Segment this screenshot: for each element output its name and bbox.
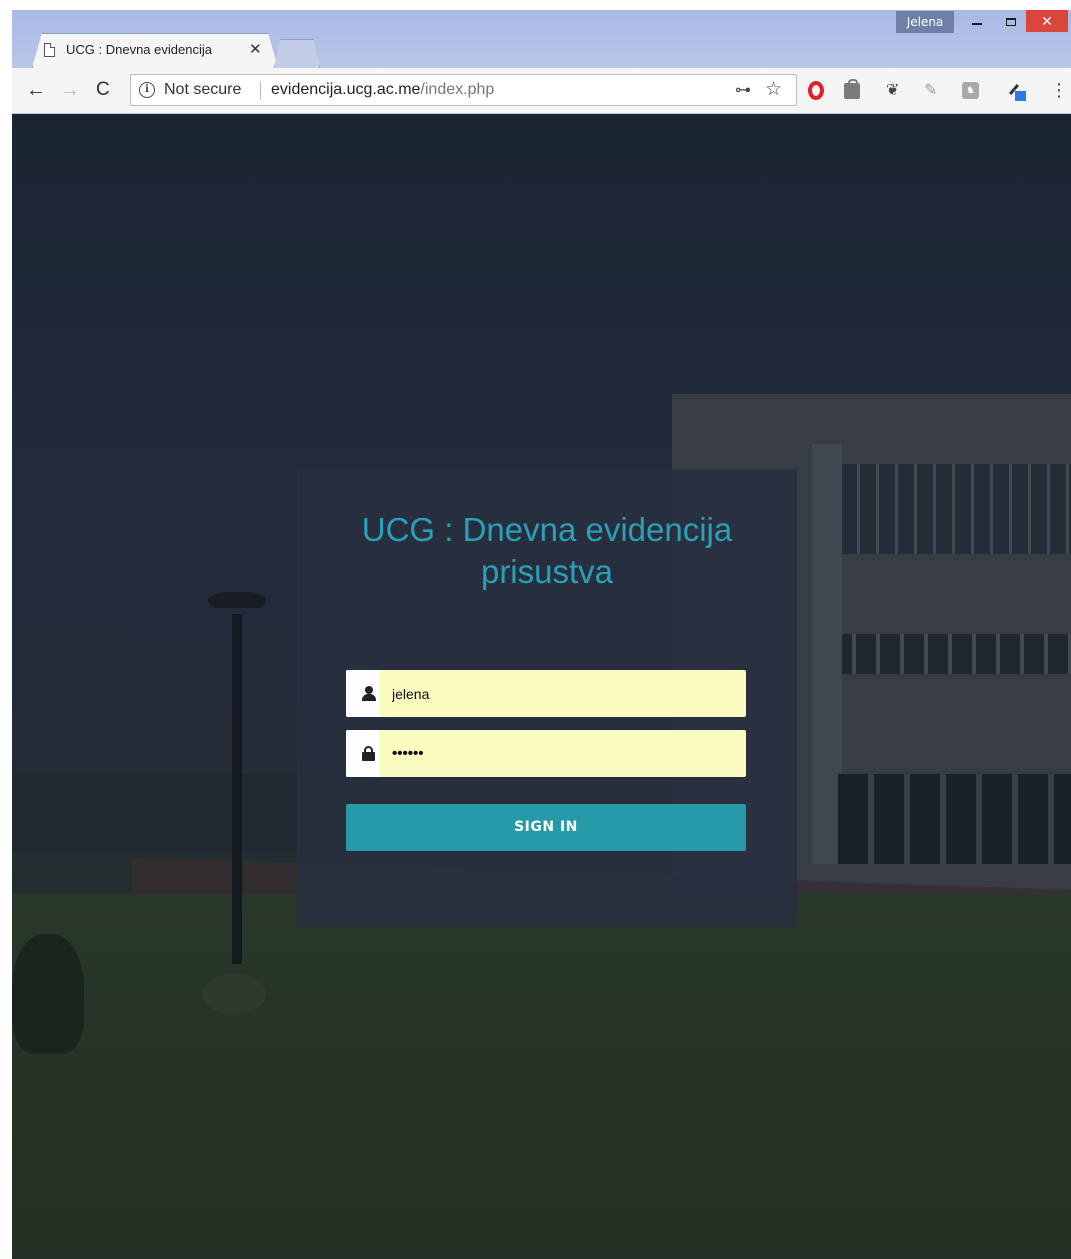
- profile-button[interactable]: Jelena: [896, 11, 954, 33]
- color-picker-icon[interactable]: [1006, 80, 1028, 102]
- tab-close-icon[interactable]: ✕: [249, 40, 262, 58]
- url-path: /index.php: [420, 81, 495, 98]
- username-input[interactable]: [392, 670, 742, 717]
- minimize-icon: [972, 23, 982, 26]
- pen-icon[interactable]: ✎: [924, 80, 944, 100]
- new-tab-button[interactable]: [274, 39, 320, 68]
- lock-icon: [362, 746, 375, 761]
- tab-title: UCG : Dnevna evidencija: [66, 42, 212, 57]
- security-label[interactable]: Not secure: [164, 81, 241, 99]
- maximize-icon: [1006, 18, 1016, 27]
- info-icon[interactable]: i: [139, 82, 155, 98]
- url-host: evidencija.ucg.ac.me: [271, 81, 421, 98]
- back-arrow-icon[interactable]: ←: [26, 78, 46, 102]
- browser-toolbar: ← → C i Not secure evidencija.ucg.ac.me/…: [12, 68, 1071, 114]
- opera-icon[interactable]: [808, 81, 824, 100]
- password-field[interactable]: [346, 730, 746, 777]
- sign-in-button[interactable]: SIGN IN: [346, 804, 746, 851]
- page-viewport: UCG : Dnevna evidencija prisustva SIGN I…: [12, 114, 1071, 1259]
- password-input[interactable]: [392, 730, 742, 777]
- page-icon: [44, 43, 55, 57]
- tab-ucg[interactable]: UCG : Dnevna evidencija ✕: [36, 33, 274, 68]
- close-window-button[interactable]: ✕: [1026, 10, 1068, 32]
- star-icon[interactable]: ☆: [765, 78, 782, 101]
- minimize-button[interactable]: [960, 10, 994, 32]
- maximize-button[interactable]: [994, 10, 1028, 32]
- page-title: UCG : Dnevna evidencija prisustva: [361, 511, 733, 590]
- username-field[interactable]: [346, 670, 746, 717]
- title-bar: Jelena ✕ UCG : Dnevna evidencija ✕: [12, 10, 1071, 68]
- key-icon[interactable]: ⊶: [735, 80, 751, 100]
- omnibox-divider: [260, 81, 261, 100]
- username-icon-box: [346, 670, 379, 717]
- reload-icon[interactable]: C: [96, 78, 110, 102]
- address-bar[interactable]: i Not secure evidencija.ucg.ac.me/index.…: [130, 74, 797, 106]
- forward-arrow-icon[interactable]: →: [60, 78, 80, 102]
- url-text[interactable]: evidencija.ucg.ac.me/index.php: [271, 81, 494, 99]
- password-icon-box: [346, 730, 379, 777]
- evernote-icon[interactable]: ❦: [886, 80, 906, 100]
- browser-window: Jelena ✕ UCG : Dnevna evidencija ✕ ← → C…: [12, 10, 1071, 1259]
- extension-box-icon[interactable]: ♞: [962, 82, 979, 99]
- login-card: UCG : Dnevna evidencija prisustva SIGN I…: [297, 469, 797, 927]
- close-icon: ✕: [1041, 13, 1053, 29]
- shopping-bag-icon[interactable]: [844, 79, 860, 99]
- user-icon: [362, 686, 376, 701]
- menu-icon[interactable]: ⋮: [1050, 78, 1068, 102]
